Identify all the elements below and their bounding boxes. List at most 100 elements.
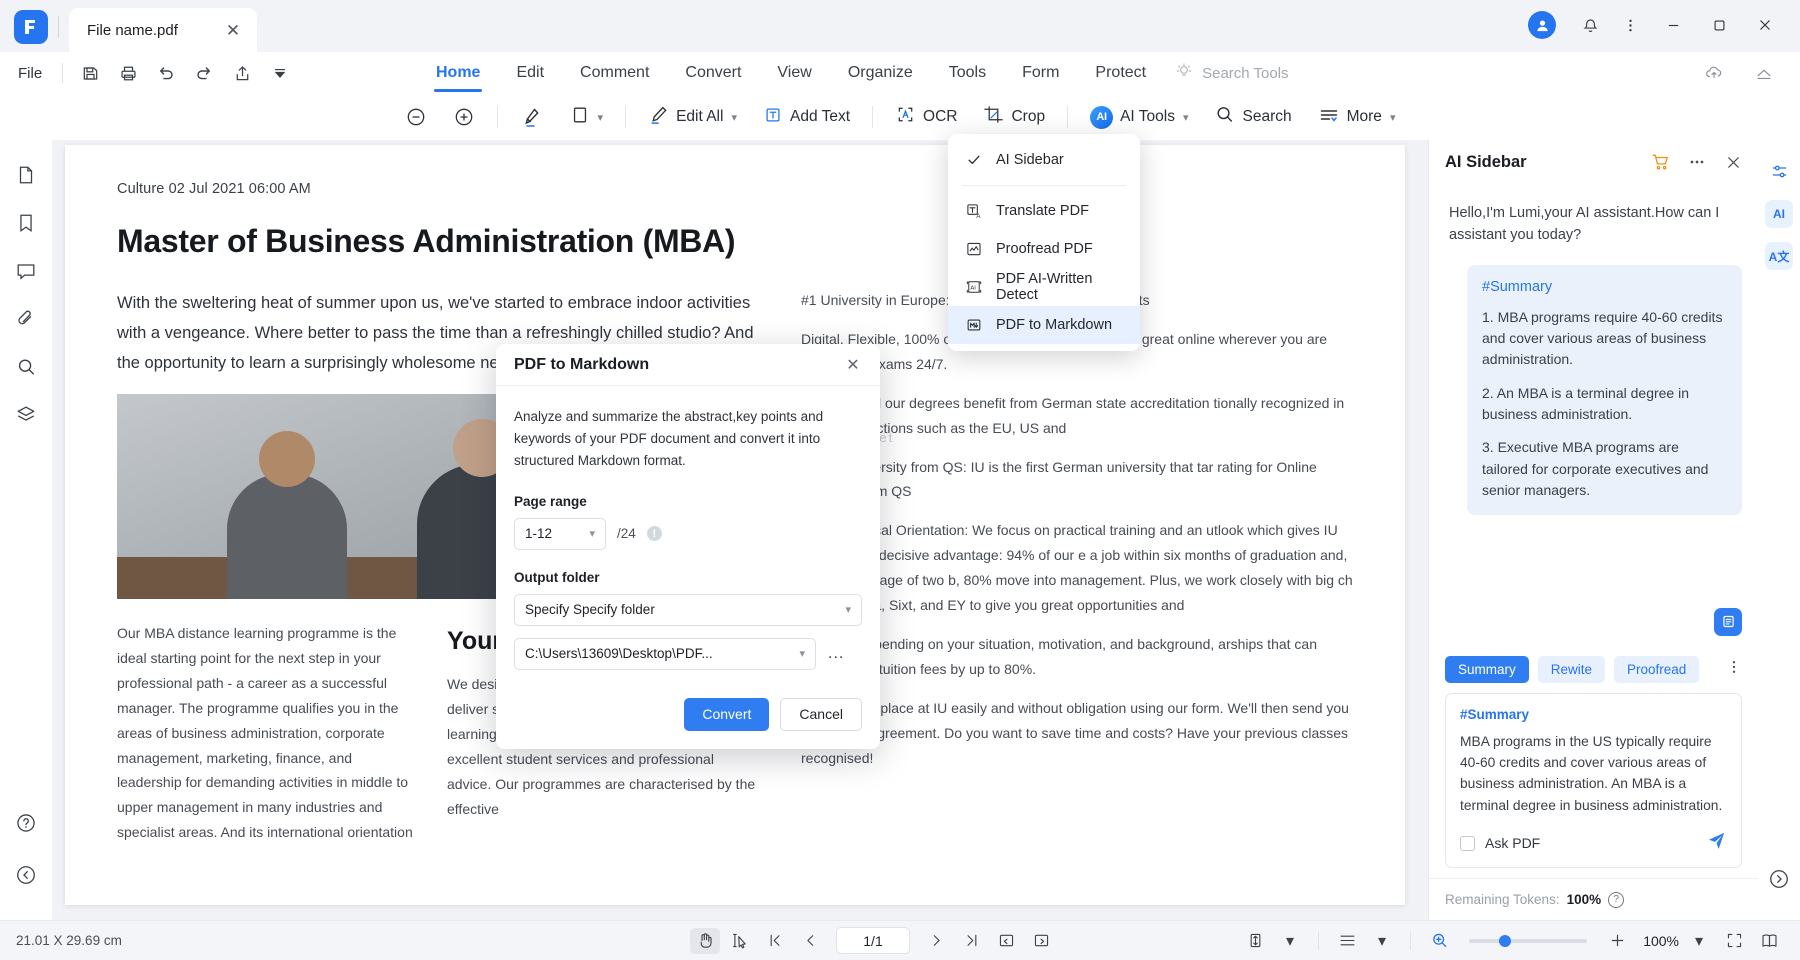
attachment-icon[interactable] — [7, 300, 45, 338]
bell-icon[interactable] — [1572, 10, 1608, 40]
ai-chat-body[interactable]: Hello,I'm Lumi,your AI assistant.How can… — [1429, 184, 1758, 656]
minimize-icon[interactable] — [1652, 10, 1694, 40]
share-icon[interactable] — [223, 58, 261, 88]
fit-page-icon[interactable] — [991, 928, 1021, 954]
cancel-button[interactable]: Cancel — [780, 697, 862, 731]
collapse-ribbon-icon[interactable] — [1746, 58, 1782, 88]
chat-note-icon[interactable] — [1714, 607, 1742, 636]
close-icon[interactable]: ✕ — [842, 354, 864, 376]
comment-icon[interactable] — [7, 252, 45, 290]
tab-edit[interactable]: Edit — [498, 52, 562, 94]
output-path-select[interactable]: C:\Users\13609\Desktop\PDF... ▾ — [514, 637, 816, 670]
tab-view[interactable]: View — [759, 52, 829, 94]
vertical-dots-icon[interactable] — [1612, 10, 1648, 40]
next-page-icon[interactable] — [921, 928, 951, 954]
fullscreen-icon[interactable] — [1719, 928, 1749, 954]
question-icon[interactable]: ? — [1608, 891, 1625, 908]
send-icon[interactable] — [1706, 830, 1727, 856]
dropdown-arrow-icon[interactable] — [261, 58, 299, 88]
collapse-left-icon[interactable] — [7, 856, 45, 894]
tab-protect[interactable]: Protect — [1077, 52, 1164, 94]
zoom-in-icon[interactable] — [1424, 928, 1454, 954]
markdown-icon — [964, 316, 983, 335]
zoom-out-icon[interactable] — [1602, 928, 1632, 954]
prev-page-icon[interactable] — [795, 928, 825, 954]
ai-tools-button[interactable]: AI AI Tools ▾ — [1077, 100, 1201, 134]
menu-item-translate-pdf[interactable]: A Translate PDF — [948, 192, 1140, 230]
menu-item-pdf-ai-written-detect[interactable]: AI PDF AI-Written Detect — [948, 268, 1140, 306]
tab-form[interactable]: Form — [1004, 52, 1077, 94]
check-icon — [964, 151, 983, 170]
crop-button[interactable]: Crop — [970, 100, 1058, 134]
tab-home[interactable]: Home — [418, 52, 498, 94]
horizontal-dots-icon[interactable] — [1686, 151, 1708, 173]
save-icon[interactable] — [71, 58, 109, 88]
tab-rewite[interactable]: Rewite — [1537, 655, 1606, 683]
bookmark-icon[interactable] — [7, 204, 45, 242]
read-mode-icon[interactable] — [1754, 928, 1784, 954]
add-text-button[interactable]: Add Text — [750, 100, 863, 134]
last-page-icon[interactable] — [956, 928, 986, 954]
undo-icon[interactable] — [147, 58, 185, 88]
chevron-down-icon[interactable]: ▾ — [1275, 928, 1305, 954]
file-menu[interactable]: File — [0, 65, 54, 82]
properties-sliders-icon[interactable] — [1764, 156, 1794, 186]
browse-button[interactable]: ... — [828, 645, 844, 663]
page-range-select[interactable]: 1-12 ▾ — [514, 517, 606, 550]
zoom-slider-handle[interactable] — [1499, 934, 1511, 947]
dialog-header: PDF to Markdown ✕ — [496, 344, 880, 386]
convert-button[interactable]: Convert — [684, 697, 770, 731]
close-icon[interactable]: ✕ — [223, 20, 243, 40]
ask-pdf-row: Ask PDF — [1460, 830, 1727, 856]
vertical-dots-icon[interactable] — [1726, 659, 1742, 679]
search-tools[interactable]: Search Tools — [1174, 61, 1289, 86]
redo-icon[interactable] — [185, 58, 223, 88]
page-flow-icon[interactable] — [1026, 928, 1056, 954]
page-thumbnails-icon[interactable] — [7, 156, 45, 194]
hand-tool-icon[interactable] — [690, 927, 720, 954]
first-page-icon[interactable] — [760, 928, 790, 954]
menu-item-pdf-to-markdown[interactable]: PDF to Markdown — [948, 306, 1140, 344]
page-number-input[interactable]: 1/1 — [836, 927, 910, 954]
shopping-cart-icon[interactable] — [1650, 151, 1672, 173]
zoom-out-icon[interactable] — [392, 100, 440, 134]
search-label: Search — [1242, 108, 1292, 125]
close-icon[interactable] — [1722, 151, 1744, 173]
layers-icon[interactable] — [7, 396, 45, 434]
search-button[interactable]: Search — [1201, 100, 1304, 134]
user-avatar-icon[interactable] — [1528, 11, 1556, 39]
zoom-slider[interactable] — [1469, 934, 1587, 947]
tab-proofread[interactable]: Proofread — [1614, 655, 1700, 683]
chevron-down-icon[interactable]: ▾ — [1367, 928, 1397, 954]
tab-convert[interactable]: Convert — [667, 52, 759, 94]
page-layout-icon[interactable] — [1240, 928, 1270, 954]
window-close-icon[interactable] — [1744, 10, 1786, 40]
info-icon[interactable]: ! — [646, 526, 662, 542]
chevron-down-icon[interactable]: ▾ — [1684, 928, 1714, 954]
document-tab[interactable]: File name.pdf ✕ — [69, 8, 257, 52]
tab-organize[interactable]: Organize — [830, 52, 931, 94]
edit-all-button[interactable]: Edit All ▾ — [635, 100, 750, 134]
help-icon[interactable] — [7, 804, 45, 842]
shape-tool[interactable]: ▾ — [557, 100, 617, 134]
cloud-upload-icon[interactable] — [1696, 58, 1732, 88]
translate-icon[interactable]: A文 — [1765, 242, 1793, 270]
menu-item-proofread-pdf[interactable]: Proofread PDF — [948, 230, 1140, 268]
highlighter-icon[interactable] — [507, 100, 557, 134]
output-folder-select[interactable]: Specify Specify folder ▾ — [514, 593, 862, 626]
ai-sidebar-icon[interactable]: AI — [1765, 200, 1793, 228]
tab-summary[interactable]: Summary — [1445, 655, 1529, 683]
ocr-button[interactable]: OCR — [882, 100, 970, 134]
collapse-right-icon[interactable] — [1764, 864, 1794, 894]
print-icon[interactable] — [109, 58, 147, 88]
tab-tools[interactable]: Tools — [931, 52, 1004, 94]
zoom-in-icon[interactable] — [440, 100, 488, 134]
select-tool-icon[interactable] — [725, 928, 755, 954]
view-mode-icon[interactable] — [1332, 928, 1362, 954]
menu-item-ai-sidebar[interactable]: AI Sidebar — [948, 141, 1140, 179]
maximize-icon[interactable] — [1698, 10, 1740, 40]
more-button[interactable]: More ▾ — [1305, 100, 1409, 134]
tab-comment[interactable]: Comment — [562, 52, 667, 94]
ask-pdf-checkbox[interactable] — [1460, 835, 1475, 851]
search-icon[interactable] — [7, 348, 45, 386]
